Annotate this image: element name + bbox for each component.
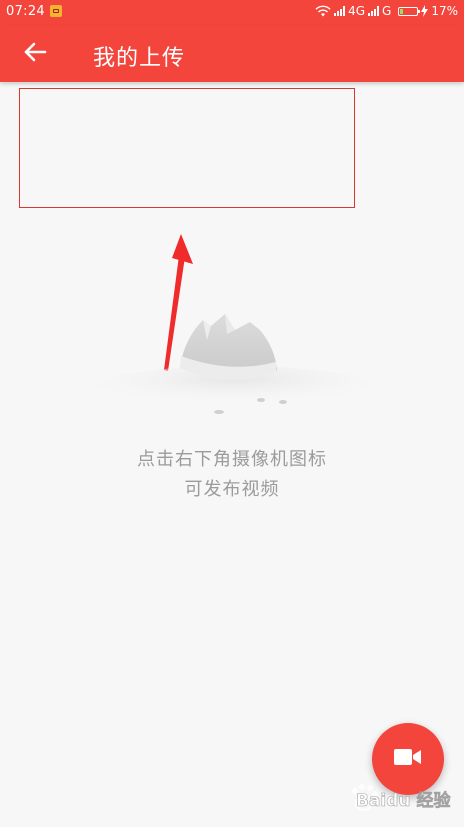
signal-bars-icon [368,6,380,16]
status-time: 07:24 [6,4,45,19]
page-title: 我的上传 [93,46,186,71]
status-bar: 07:24 4G G 17% [0,0,464,25]
network-type-g: G [382,4,392,18]
wifi-icon [315,5,331,17]
notification-app-icon [50,5,62,17]
empty-state-hint-line-2: 可发布视频 [184,479,280,500]
network-type-4g: 4G [348,4,366,18]
signal-bars-icon [334,6,346,16]
empty-state-illustration [95,314,375,414]
watermark-text: Baidu 经验 [356,790,451,811]
battery-level [400,8,404,14]
video-camera-icon [394,748,422,770]
charging-bolt-icon [421,5,429,17]
battery-icon [398,6,421,16]
app-bar: 我的上传 [0,25,464,82]
baidu-jingyan-watermark: Baidu 经验 [352,784,452,811]
back-button[interactable] [14,39,56,69]
empty-state-hint-line-1: 点击右下角摄像机图标 [137,449,327,470]
arrow-left-icon [23,41,47,67]
annotation-highlight-box [19,88,355,208]
battery-percentage: 17% [431,4,458,18]
status-indicators: 4G G 17% [315,4,458,18]
